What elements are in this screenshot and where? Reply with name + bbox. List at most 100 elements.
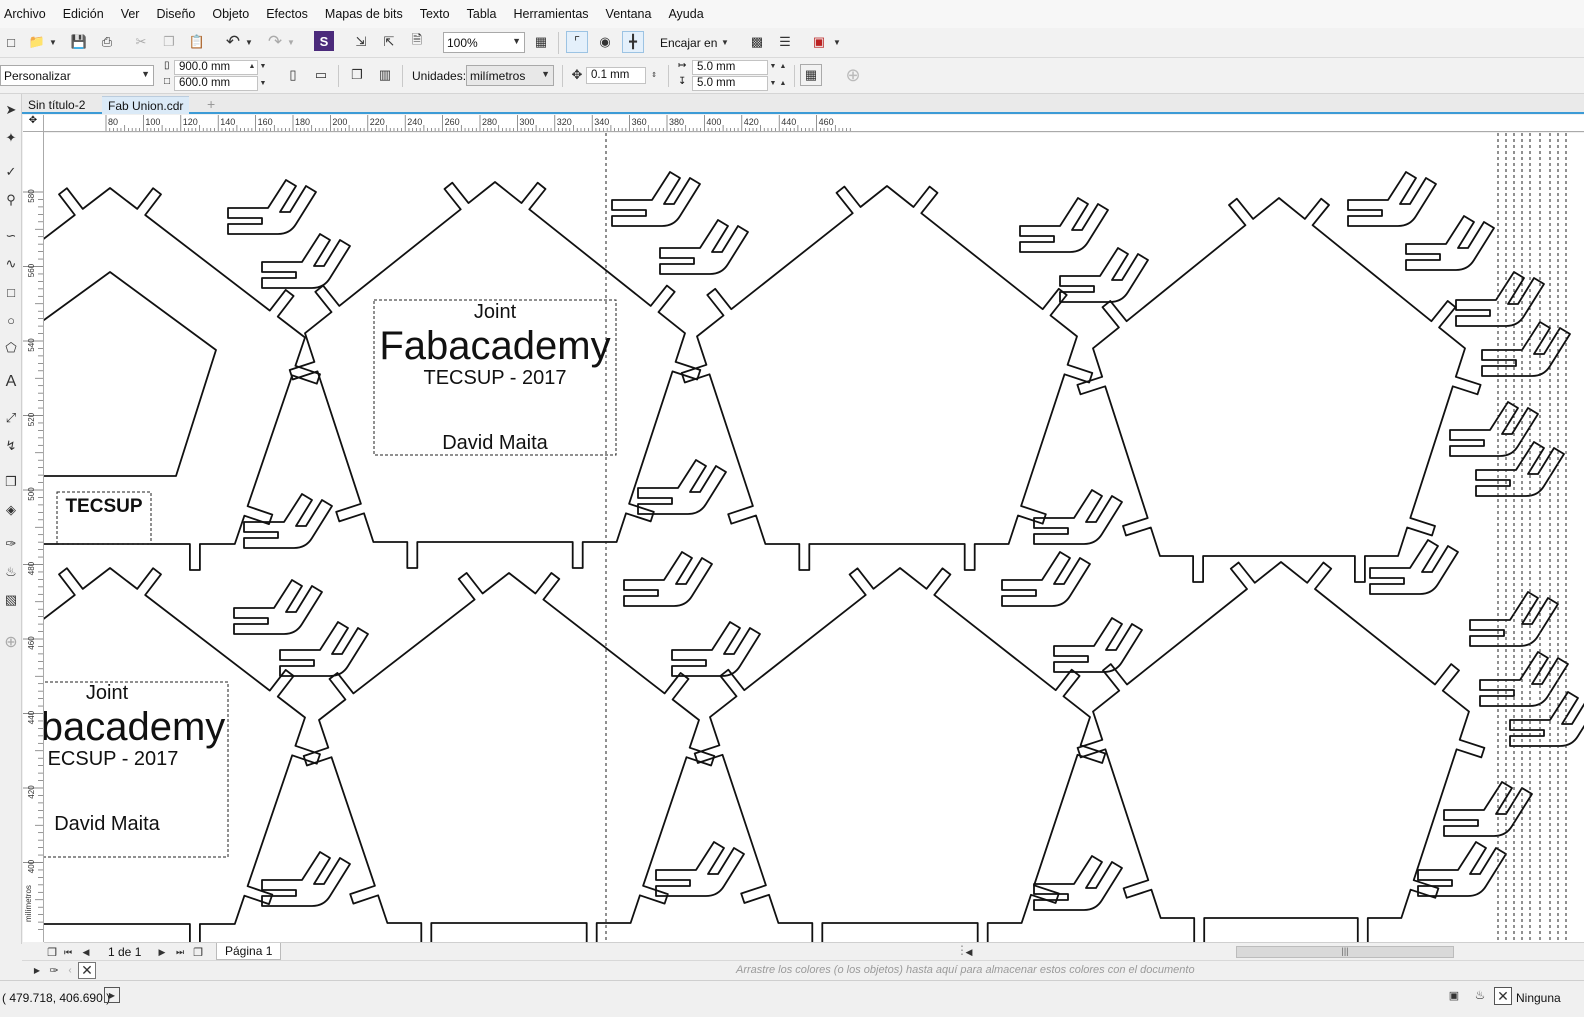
show-rulers-icon[interactable]: ⌜ [566, 31, 588, 53]
bracket-connector-piece[interactable] [1019, 197, 1109, 253]
menu-item[interactable]: Mapas de bits [325, 7, 403, 21]
dimension-tool-icon[interactable]: ⤢ [1, 408, 21, 428]
palette-eyedropper-icon[interactable]: ✑ [46, 961, 62, 979]
publish-pdf-icon[interactable]: 🗎 [406, 31, 428, 53]
dup-x-spin-icon[interactable]: ▲ [778, 59, 788, 73]
new-document-icon[interactable]: □ [0, 31, 22, 53]
duplicate-x-field[interactable]: 5.0 mm [692, 60, 768, 75]
menu-item[interactable]: Ventana [606, 7, 652, 21]
pick-tool-icon[interactable]: ➤ [1, 100, 21, 120]
menu-item[interactable]: Ayuda [668, 7, 703, 21]
export-icon[interactable]: ⇱ [378, 31, 400, 53]
drop-shadow-icon[interactable]: ❒ [1, 472, 21, 492]
artistic-media-icon[interactable]: ∿ [1, 254, 21, 274]
width-spin-icon[interactable]: ▼ [258, 59, 268, 73]
undo-icon[interactable]: ↶ [222, 31, 244, 53]
current-page-icon[interactable]: ▥ [374, 64, 396, 86]
redo-chevron-icon[interactable]: ▼ [284, 31, 298, 53]
label-bottom-title[interactable]: bacademy [44, 705, 225, 749]
drawing-canvas[interactable]: Joint Fabacademy TECSUP - 2017 David Mai… [44, 133, 1584, 942]
play-macro-icon[interactable]: ▶ [104, 987, 120, 1003]
bracket-connector-piece[interactable] [1475, 441, 1565, 497]
zoom-tool-icon[interactable]: ⚲ [1, 190, 21, 210]
palette-scroll-left-icon[interactable]: ‹ [64, 961, 76, 979]
vertical-ruler[interactable]: 580 560 540 520 500 480 460 440 420 400 milímetros [23, 132, 44, 942]
pentagon-joint-piece[interactable] [44, 271, 217, 477]
open-folder-icon[interactable]: 📁 [26, 31, 48, 53]
bracket-connector-piece[interactable] [1509, 691, 1584, 747]
rectangle-tool-icon[interactable]: □ [1, 282, 21, 302]
application-launcher-icon[interactable]: ▣ [808, 31, 830, 53]
bracket-connector-piece[interactable] [1455, 271, 1545, 327]
page-tab-1[interactable]: Página 1 [216, 943, 282, 960]
label-bottom-sub[interactable]: ECSUP - 2017 [48, 748, 179, 770]
dup-y-spin-icon[interactable]: ▲ [778, 76, 788, 90]
units-select[interactable]: milímetros ▼ [466, 65, 554, 86]
menu-item[interactable]: Ver [121, 7, 140, 21]
bracket-connector-piece[interactable] [1033, 489, 1123, 545]
bracket-connector-piece[interactable] [279, 621, 369, 677]
add-preset-icon[interactable]: ⊕ [842, 64, 864, 86]
undo-chevron-icon[interactable]: ▼ [242, 31, 256, 53]
page-preset-select[interactable]: Personalizar ▼ [0, 65, 154, 86]
page-height-field[interactable]: 600.0 mm [174, 76, 258, 91]
launcher-chevron-icon[interactable]: ▼ [830, 31, 844, 53]
transparency-tool-icon[interactable]: ◈ [1, 500, 21, 520]
width-spin-icon[interactable]: ▲ [247, 59, 257, 73]
page-width-field[interactable]: 900.0 mm [174, 60, 258, 75]
show-guidelines-icon[interactable]: ╋ [622, 31, 644, 53]
bracket-connector-piece[interactable] [1347, 171, 1437, 227]
interactive-fill-icon[interactable]: ♨ [1, 562, 21, 582]
menu-item[interactable]: Objeto [212, 7, 249, 21]
bracket-connector-piece[interactable] [659, 219, 749, 275]
bracket-connector-piece[interactable] [261, 233, 351, 289]
cut-icon[interactable]: ✂ [130, 31, 152, 53]
welcome-screen-icon[interactable]: ▩ [746, 31, 768, 53]
tab-sin-titulo-2[interactable]: Sin título-2 [22, 96, 91, 114]
new-tab-icon[interactable]: + [202, 96, 220, 114]
eyedropper-icon[interactable]: ✑ [1, 534, 21, 554]
snap-to-button[interactable]: Encajar en [660, 36, 717, 50]
zoom-level-select[interactable]: 100% ▼ [443, 32, 525, 53]
label-top-author[interactable]: David Maita [442, 432, 548, 454]
bracket-connector-piece[interactable] [1033, 855, 1123, 911]
pentagon-joint-piece[interactable] [680, 185, 1094, 571]
bracket-connector-piece[interactable] [623, 551, 713, 607]
pentagon-joint-piece[interactable] [1076, 561, 1486, 942]
polygon-tool-icon[interactable]: ⬠ [1, 338, 21, 358]
ruler-origin-icon[interactable]: ✥ [23, 115, 44, 132]
bracket-connector-piece[interactable] [637, 459, 727, 515]
snap-to-chevron-icon[interactable]: ▼ [718, 31, 732, 53]
menu-item[interactable]: Edición [63, 7, 104, 21]
bracket-connector-piece[interactable] [1053, 617, 1143, 673]
menu-item[interactable]: Archivo [4, 7, 46, 21]
full-screen-preview-icon[interactable]: ▦ [530, 31, 552, 53]
bracket-connector-piece[interactable] [1481, 321, 1571, 377]
nudge-spin-icon[interactable]: ⇕ [648, 66, 660, 84]
label-top-sub[interactable]: TECSUP - 2017 [423, 367, 566, 389]
pentagon-joint-piece[interactable] [693, 567, 1107, 942]
bracket-connector-piece[interactable] [1001, 551, 1091, 607]
nudge-distance-field[interactable]: 0.1 mm [586, 67, 646, 84]
bracket-connector-piece[interactable] [1443, 781, 1533, 837]
shape-tool-icon[interactable]: ✦ [1, 128, 21, 148]
label-top-title[interactable]: Fabacademy [379, 324, 610, 368]
bracket-connector-piece[interactable] [1449, 401, 1539, 457]
bracket-connector-piece[interactable] [611, 171, 701, 227]
customize-toolbox-icon[interactable]: ⊕ [1, 632, 21, 652]
label-bottom-author[interactable]: David Maita [54, 813, 160, 835]
copy-icon[interactable]: ❐ [158, 31, 180, 53]
horizontal-scroll-thumb[interactable]: ||| [1236, 946, 1454, 958]
landscape-icon[interactable]: ▭ [310, 64, 332, 86]
duplicate-y-field[interactable]: 5.0 mm [692, 76, 768, 91]
menu-item[interactable]: Efectos [266, 7, 308, 21]
options-icon[interactable]: ☰ [774, 31, 796, 53]
ellipse-tool-icon[interactable]: ○ [1, 310, 21, 330]
save-icon[interactable]: 💾 [68, 31, 90, 53]
show-grid-icon[interactable]: ◉ [594, 31, 616, 53]
tab-fab-union[interactable]: Fab Union.cdr [102, 96, 190, 114]
label-bottom-joint[interactable]: Joint [86, 682, 129, 704]
bracket-connector-piece[interactable] [1405, 215, 1495, 271]
portrait-icon[interactable]: ▯ [282, 64, 304, 86]
open-recent-chevron-icon[interactable]: ▼ [46, 31, 60, 53]
